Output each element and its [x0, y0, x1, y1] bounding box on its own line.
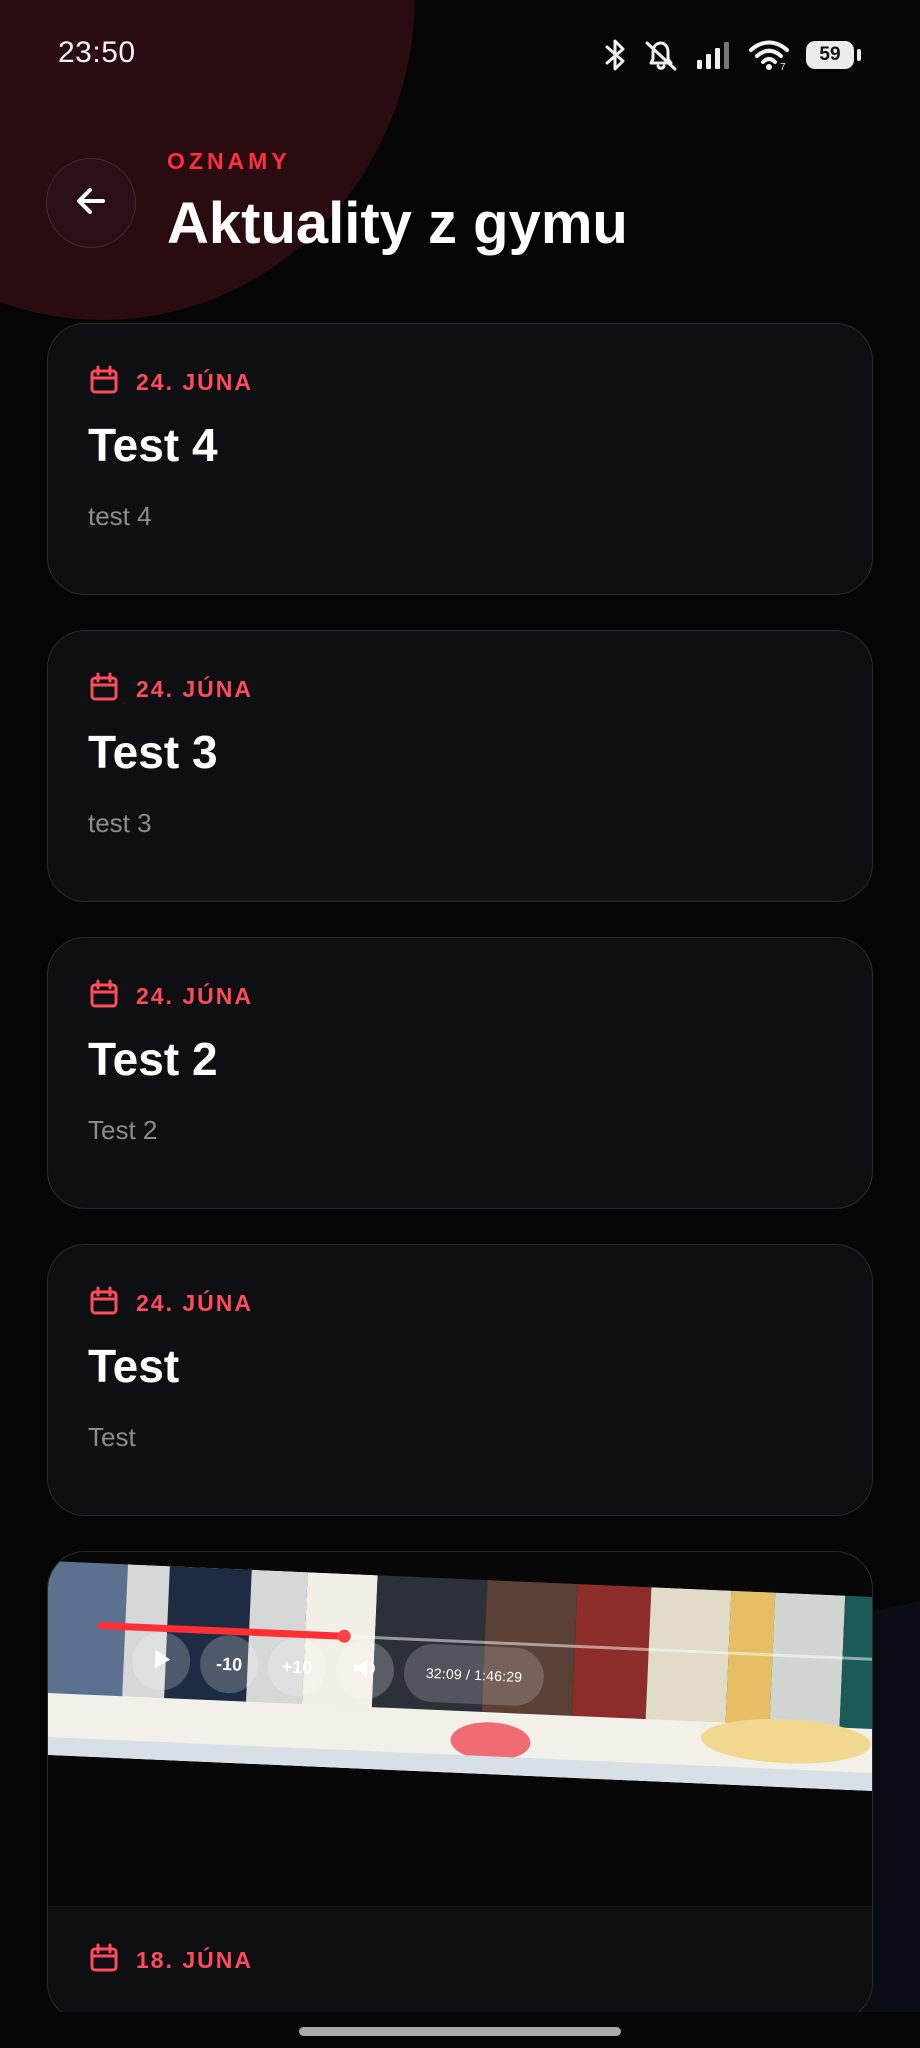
calendar-icon: [88, 671, 120, 708]
announcement-title: Test: [88, 1340, 180, 1392]
announcement-content: 24. JÚNA Test Test: [48, 1245, 872, 1515]
video-volume-button[interactable]: [334, 1639, 396, 1701]
announcement-title: Test 2: [88, 1033, 218, 1085]
back-button[interactable]: [46, 158, 136, 248]
announcement-card-test-4[interactable]: 24. JÚNA Test 4 test 4: [47, 323, 873, 595]
video-play-button[interactable]: [130, 1631, 192, 1692]
announcement-body: test 4: [88, 501, 152, 531]
video-time: 32:09 / 1:46:29: [402, 1642, 546, 1707]
mute-icon: [642, 38, 680, 72]
announcement-card-test[interactable]: 24. JÚNA Test Test: [47, 1244, 873, 1516]
arrow-left-icon: [72, 182, 110, 225]
date-row: 24. JÚNA: [88, 672, 832, 706]
date-row: 24. JÚNA: [88, 979, 832, 1013]
announcement-body: test 3: [88, 808, 152, 838]
home-indicator[interactable]: [299, 2027, 621, 2036]
announcement-card-test-3[interactable]: 24. JÚNA Test 3 test 3: [47, 630, 873, 902]
announcement-image: -10 +10 32:09 / 1:46:29: [48, 1552, 872, 1907]
announcement-card-media[interactable]: -10 +10 32:09 / 1:46:29 18. JÚNA: [47, 1551, 873, 2021]
announcement-content: 24. JÚNA Test 4 test 4: [48, 324, 872, 594]
date-row: 24. JÚNA: [88, 365, 832, 399]
announcement-title: Test 4: [88, 419, 218, 471]
wifi-icon: 7: [748, 39, 790, 71]
announcement-date: 24. JÚNA: [136, 368, 253, 395]
calendar-icon: [88, 364, 120, 401]
signal-icon: [696, 39, 732, 71]
calendar-icon: [88, 978, 120, 1015]
calendar-icon: [88, 1942, 120, 1979]
announcement-date: 24. JÚNA: [136, 982, 253, 1009]
announcement-title: Test 3: [88, 726, 218, 778]
play-icon: [146, 1644, 175, 1678]
svg-text:7: 7: [780, 62, 786, 71]
page-title: Aktuality z gymu: [167, 191, 628, 256]
page-header: OZNAMY Aktuality z gymu: [0, 145, 920, 275]
announcement-feed[interactable]: 24. JÚNA Test 4 test 4 24. JÚNA Test 3 t…: [47, 323, 873, 2021]
announcement-content: 24. JÚNA Test 3 test 3: [48, 631, 872, 901]
status-icons: 7 59: [604, 36, 861, 74]
bluetooth-icon: [604, 38, 626, 72]
battery-icon: 59: [806, 41, 861, 69]
announcement-card-test-2[interactable]: 24. JÚNA Test 2 Test 2: [47, 937, 873, 1209]
announcement-content: 24. JÚNA Test 2 Test 2: [48, 938, 872, 1208]
announcement-date: 24. JÚNA: [136, 675, 253, 702]
announcements-screen: 23:50 7 59 OZNAMY Aktuality z gymu 24. J…: [0, 0, 920, 2048]
status-time: 23:50: [58, 36, 136, 69]
announcement-date: 24. JÚNA: [136, 1289, 253, 1316]
calendar-icon: [88, 1285, 120, 1322]
announcement-body: Test 2: [88, 1115, 158, 1145]
volume-icon: [349, 1652, 380, 1688]
date-row: 24. JÚNA: [88, 1286, 832, 1320]
date-row: 18. JÚNA: [88, 1943, 832, 1977]
video-rewind-button[interactable]: -10: [198, 1633, 260, 1695]
section-eyebrow: OZNAMY: [167, 148, 291, 174]
status-bar: 23:50 7 59: [0, 0, 920, 110]
video-forward-button[interactable]: +10: [266, 1636, 328, 1698]
announcement-content: 18. JÚNA: [48, 1907, 872, 2020]
announcement-date: 18. JÚNA: [136, 1946, 253, 1973]
announcement-body: Test: [88, 1422, 136, 1452]
